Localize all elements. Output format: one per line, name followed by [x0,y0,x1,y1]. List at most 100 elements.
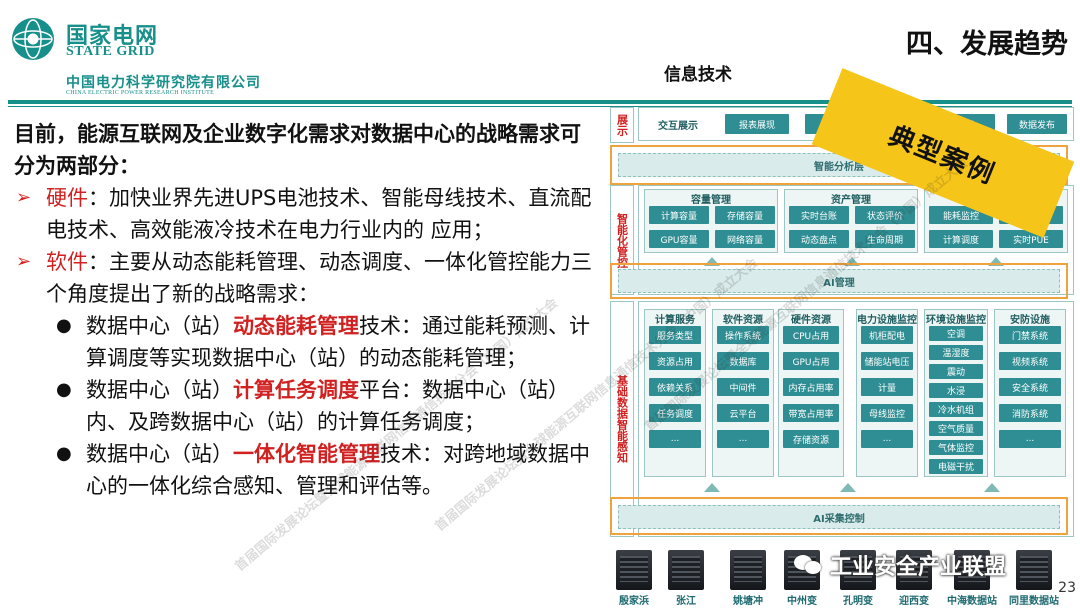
group-cell: 存储资源 [783,430,839,448]
wechat-icon [794,553,824,577]
hardware-bullet: ➢ 硬件：加快业界先进UPS电池技术、智能母线技术、直流配电技术、高效能液冷技术在… [14,182,600,246]
group-cell: 中间件 [717,378,769,396]
up-arrow-icon [840,483,856,492]
group-cell: GPU容量 [649,230,709,248]
group-title: 软件资源 [723,315,763,326]
logo-en-text: STATE GRID [66,44,155,59]
arrow-bullet-icon: ➢ [16,251,32,272]
group-cell: CPU占用 [783,326,839,344]
group-cell: 状态评价 [855,206,915,224]
group-cell: 计量 [861,378,913,396]
base-group: 安防设施 门禁系统 视频系统 安全系统 消防系统... [994,309,1066,477]
server-rack-icon [730,550,766,590]
software-text: ：主要从动态能耗管理、动态调度、一体化管控能力三个角度提出了新的战略需求： [46,250,592,306]
group-cell: 服务类型 [649,326,701,344]
datacenter-name: 殷家浜 [619,596,649,607]
group-cell: GPU占用 [783,352,839,370]
layer-label-display: 展示 [610,107,634,143]
globe-logo-icon [12,18,54,60]
datacenter-name: 孔明变 [843,596,873,607]
group-cell: 消防系统 [999,404,1061,422]
sub-prefix: 数据中心（站） [86,314,233,338]
base-group: 软件资源 操作系统数据库中间件云平台... [712,309,774,477]
software-bullet: ➢ 软件：主要从动态能耗管理、动态调度、一体化管控能力三个角度提出了新的战略需求： [14,246,600,310]
group-cell: 数据库 [717,352,769,370]
group-cell: 云平台 [717,404,769,422]
group-cell: 实时台账 [789,206,849,224]
server-rack-icon [668,550,704,590]
intro-paragraph: 目前，能源互联网及企业数字化需求对数据中心的战略需求可分为两部分： [14,122,581,178]
group-cell: 计算容量 [649,206,709,224]
sub-prefix: 数据中心（站） [86,378,233,402]
sub-highlight: 计算任务调度 [233,378,359,402]
display-cell: 交互展示 [658,120,698,132]
group-title: 容量管理 [691,195,731,206]
dot-bullet-icon: ● [56,443,72,464]
dot-bullet-icon: ● [56,315,72,336]
group-title: 资产管理 [831,195,871,206]
group-title: 安防设施 [1010,315,1050,326]
group-cell: 母线监控 [861,404,913,422]
group-cell: 操作系统 [717,326,769,344]
group-cell: 空气质量 [929,421,983,436]
group-cell: 温湿度 [929,345,983,360]
page-number: 23 [1058,580,1076,596]
group-cell: 震动 [929,364,983,379]
group-title: 环境设施监控 [926,315,986,326]
sub-bullet-integrated: ● 数据中心（站）一体化智能管理技术：对跨地域数据中心的一体化综合感知、管理和评估… [14,438,600,502]
dot-bullet-icon: ● [56,379,72,400]
group-title: 计算服务 [655,315,695,326]
arrow-bullet-icon: ➢ [16,187,32,208]
main-text-block: 目前，能源互联网及企业数字化需求对数据中心的战略需求可分为两部分： ➢ 硬件：加快… [14,118,600,502]
section-title: 四、发展趋势 [906,29,1068,60]
group-cell: 计算调度 [929,230,993,248]
group-cell: ... [861,430,913,448]
group-cell: 安全系统 [999,378,1061,396]
watermark-text: 工业安全产业联盟 [830,555,1007,580]
group-cell: 动态盘点 [789,230,849,248]
group-cell: 生命周期 [855,230,915,248]
datacenter-name: 中海数据站 [947,596,997,607]
group-cell: 机柜配电 [861,326,913,344]
group-cell: 空调 [929,326,983,341]
hardware-label: 硬件 [46,186,88,210]
wechat-watermark: 工业安全产业联盟 [794,548,1064,582]
datacenter-name: 姚塘冲 [733,596,763,607]
group-cell: 存储容量 [715,206,775,224]
sub-bullet-energy: ● 数据中心（站）动态能耗管理技术：通过能耗预测、计算调度等实现数据中心（站）的动… [14,310,600,374]
sub-bullet-scheduling: ● 数据中心（站）计算任务调度平台：数据中心（站）内、及跨数据中心（站）的计算任务… [14,374,600,438]
up-arrow-icon [984,483,1000,492]
group-cell: ... [717,430,769,448]
sub-highlight: 动态能耗管理 [233,314,359,338]
base-group: 电力设施监控 机柜配电 储能站电压 计量 母线监控... [856,309,918,477]
base-group: 计算服务 服务类型 资源占用 依赖关系 任务调度... [644,309,706,477]
group-cell: 水浸 [929,383,983,398]
group-cell: 依赖关系 [649,378,701,396]
group-cell: 门禁系统 [999,326,1061,344]
software-label: 软件 [46,250,88,274]
base-group: 环境设施监控 空调 温湿度 震动 水浸 冷水机组 空气质量 气体监控 电磁干扰 [924,309,988,477]
datacenter-item: 张江 [664,546,708,608]
group-asset: 资产管理 实时台账 状态评价 动态盘点 生命周期 [784,189,918,253]
state-grid-logo: 国家电网 STATE GRID 中国电力科学研究院有限公司 CHINA ELEC… [8,8,308,100]
group-cell: 气体监控 [929,440,983,455]
datacenter-name: 中州变 [787,596,817,607]
group-cell: 储能站电压 [861,352,913,370]
datacenter-name: 张江 [676,596,696,607]
org-name-cn: 中国电力科学研究院有限公司 [66,75,261,91]
ai-collect-bar: AI采集控制 [618,505,1060,529]
base-group: 硬件资源 CPU占用 GPU占用 内存占用率 带宽占用率 存储资源 [778,309,844,477]
datacenter-item: 殷家浜 [612,546,656,608]
group-cell: 带宽占用率 [783,404,839,422]
display-cell: 报表展现 [725,114,789,134]
panel-title: 信息技术 [664,65,732,85]
server-rack-icon [616,550,652,590]
org-name-en: CHINA ELECTRIC POWER RESEARCH INSTITUTE [66,90,215,96]
badge-text: 典型案例 [884,120,1000,191]
sub-prefix: 数据中心（站） [86,442,233,466]
hardware-text: ：加快业界先进UPS电池技术、智能母线技术、直流配电技术、高效能液冷技术在电力行… [46,186,592,242]
datacenter-name: 同里数据站 [1009,596,1059,607]
group-cell: 资源占用 [649,352,701,370]
group-cell: 电磁干扰 [929,459,983,474]
group-title: 硬件资源 [791,315,831,326]
